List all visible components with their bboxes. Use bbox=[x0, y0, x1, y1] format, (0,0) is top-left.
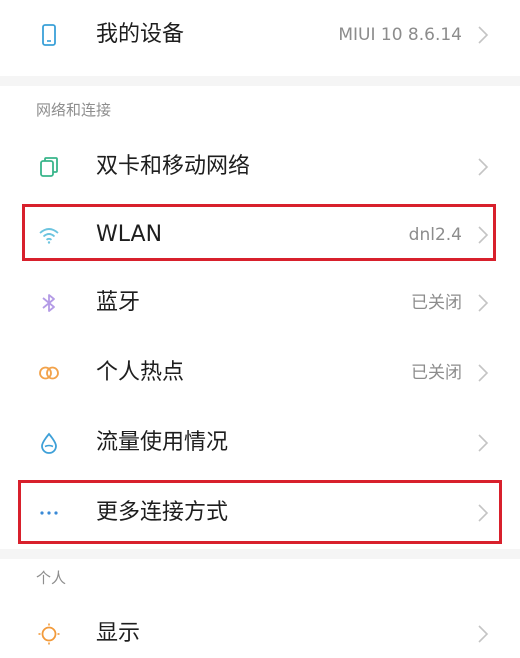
phone-icon bbox=[37, 23, 61, 47]
section-divider bbox=[0, 76, 520, 86]
section-header-network: 网络和连接 bbox=[36, 101, 112, 119]
my-device-value: MIUI 10 8.6.14 bbox=[338, 25, 462, 45]
more-connections-highlight-box bbox=[18, 480, 502, 544]
sim-cards-icon bbox=[37, 155, 61, 179]
chevron-right-icon bbox=[476, 292, 490, 314]
chevron-right-icon bbox=[476, 623, 490, 645]
chevron-right-icon bbox=[476, 432, 490, 454]
hotspot-label: 个人热点 bbox=[96, 360, 185, 385]
hotspot-row[interactable]: 个人热点 已关闭 bbox=[0, 338, 520, 408]
wlan-highlight-box bbox=[22, 204, 496, 261]
my-device-row[interactable]: 我的设备 MIUI 10 8.6.14 bbox=[0, 0, 520, 76]
my-device-label: 我的设备 bbox=[96, 22, 185, 47]
bluetooth-icon bbox=[37, 291, 61, 315]
bluetooth-value: 已关闭 bbox=[411, 293, 462, 313]
droplet-icon bbox=[37, 431, 61, 455]
sun-icon bbox=[37, 622, 61, 646]
section-divider bbox=[0, 549, 520, 559]
hotspot-value: 已关闭 bbox=[411, 363, 462, 383]
data-usage-label: 流量使用情况 bbox=[96, 430, 229, 455]
chevron-right-icon bbox=[476, 156, 490, 178]
dual-sim-label: 双卡和移动网络 bbox=[96, 154, 251, 179]
data-usage-row[interactable]: 流量使用情况 bbox=[0, 408, 520, 478]
display-row[interactable]: 显示 bbox=[0, 600, 520, 658]
bluetooth-row[interactable]: 蓝牙 已关闭 bbox=[0, 268, 520, 338]
section-header-personal: 个人 bbox=[36, 569, 67, 587]
display-label: 显示 bbox=[96, 621, 141, 646]
chevron-right-icon bbox=[476, 362, 490, 384]
dual-sim-row[interactable]: 双卡和移动网络 bbox=[0, 132, 520, 202]
bluetooth-label: 蓝牙 bbox=[96, 290, 141, 315]
chevron-right-icon bbox=[476, 24, 490, 46]
hotspot-icon bbox=[37, 361, 61, 385]
